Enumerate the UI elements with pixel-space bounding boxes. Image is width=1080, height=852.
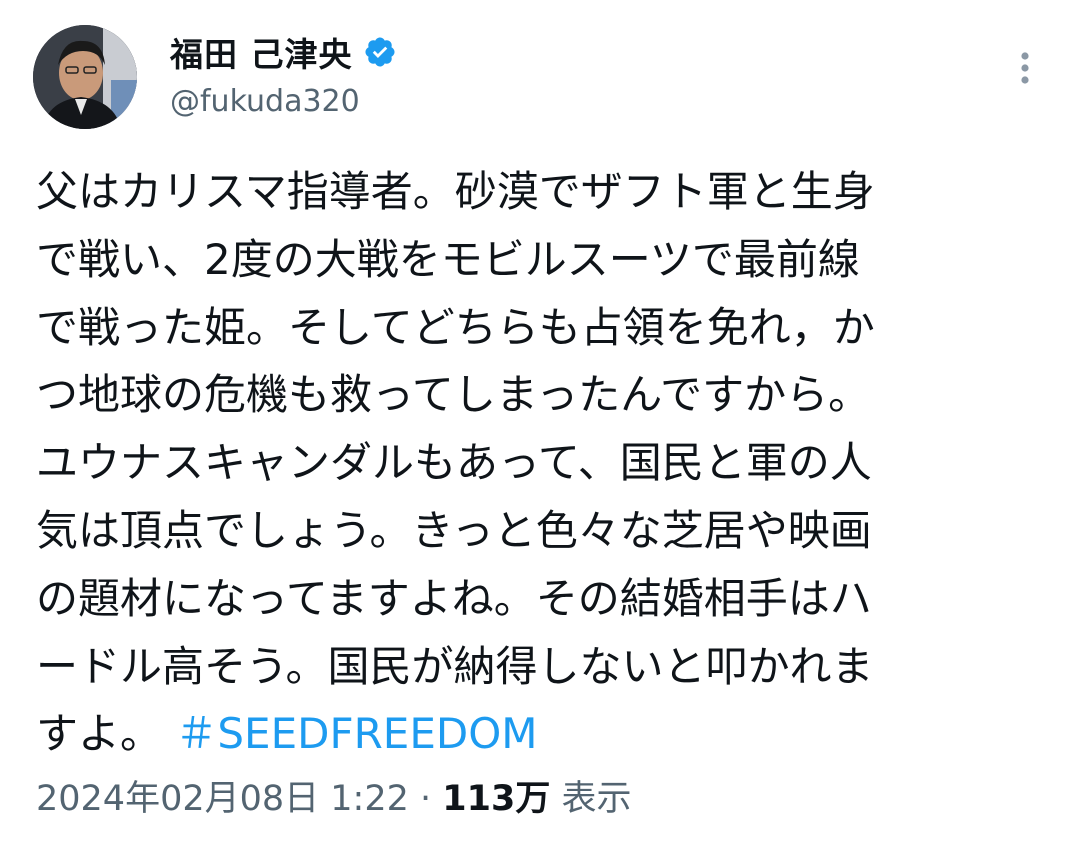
tweet-text-line: ユウナスキャンダルもあって、国民と軍の人 — [36, 438, 872, 488]
tweet-text-line: の題材になってますよね。その結婚相手はハ — [36, 573, 872, 623]
verified-badge-icon — [363, 35, 397, 69]
avatar-photo — [33, 25, 137, 129]
tweet-text-line: ードル高そう。国民が納得しないと叩かれま — [36, 641, 874, 691]
more-vertical-icon[interactable] — [1010, 46, 1040, 90]
author-display-name[interactable]: 福田 己津央 — [170, 28, 353, 76]
tweet-text-line: 父はカリスマ指導者。砂漠でザフト軍と生身 — [36, 167, 875, 216]
author-handle[interactable]: @fukuda320 — [170, 84, 360, 119]
tweet-text-line: で戦った姫。そしてどちらも占領を免れ，か — [36, 302, 875, 352]
tweet-timestamp[interactable]: 2024年02月08日 1:22 — [36, 779, 409, 819]
avatar[interactable] — [33, 25, 137, 129]
tweet-meta: 2024年02月08日 1:22 · 113万 表示 — [36, 770, 631, 821]
tweet-text: 父はカリスマ指導者。砂漠でザフト軍と生身 で戦い、2度の大戦をモビルスーツで最前… — [36, 158, 1046, 768]
tweet-text-line: すよ。 — [36, 709, 163, 759]
views-label: 表示 — [550, 779, 632, 819]
tweet-text-line: つ地球の危機も救ってしまったんですから。 — [36, 370, 871, 420]
author-name-row[interactable]: 福田 己津央 — [170, 28, 397, 76]
hashtag-link[interactable]: ＃SEEDFREEDOM — [175, 709, 537, 758]
meta-separator: · — [408, 779, 443, 819]
tweet-text-line: 気は頂点でしょう。きっと色々な芝居や映画 — [36, 505, 872, 555]
tweet-text-line: で戦い、2度の大戦をモビルスーツで最前線 — [36, 234, 860, 284]
views-count[interactable]: 113万 — [442, 779, 550, 819]
